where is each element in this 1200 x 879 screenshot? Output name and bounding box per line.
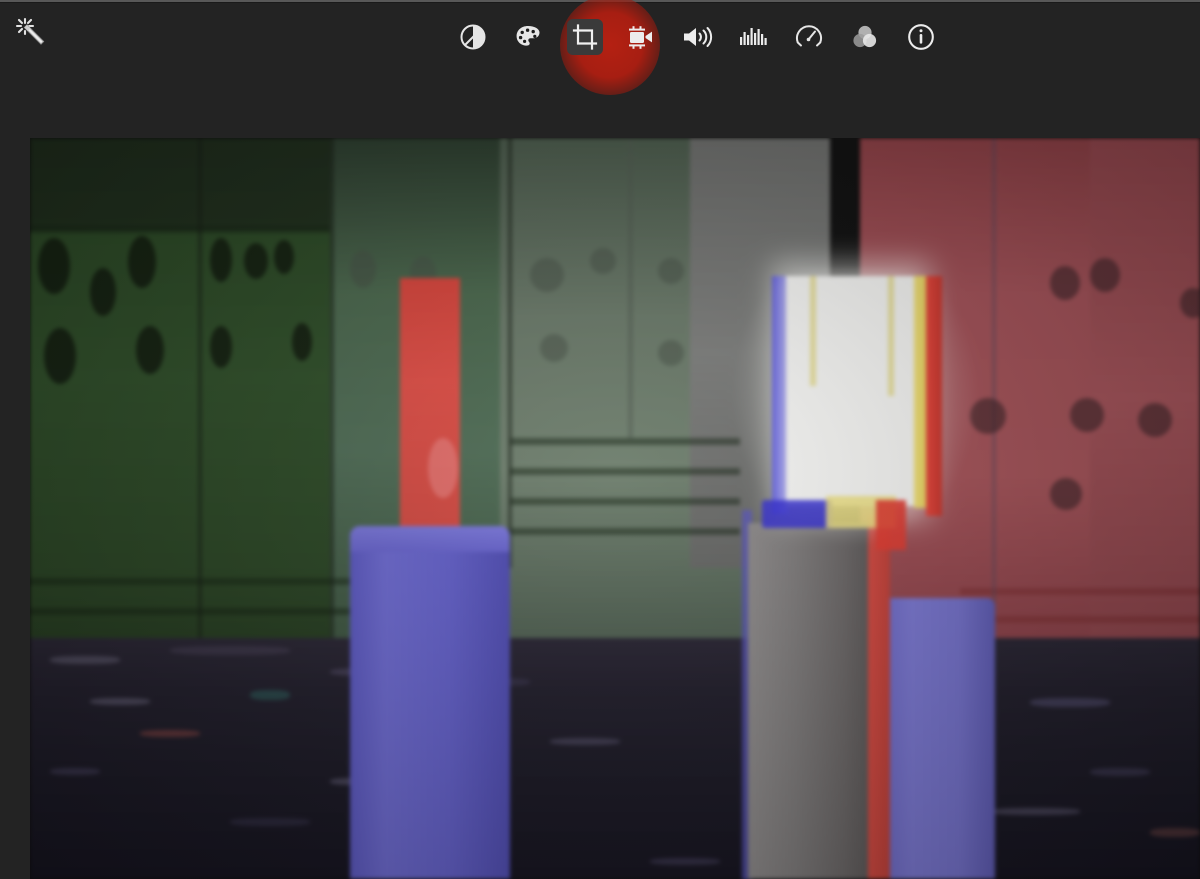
video-camera-icon [626, 23, 656, 51]
crop-icon [571, 23, 599, 51]
wall-spot [292, 323, 312, 361]
wall-spot [350, 250, 376, 288]
light-streak-2 [888, 276, 894, 396]
three-circles-icon [850, 23, 880, 51]
wall-seam-5 [992, 138, 996, 638]
info-button[interactable] [903, 19, 939, 55]
green-rail-7 [510, 498, 740, 505]
style-row: Style: Fit Crop to Fill Ken Burns [0, 71, 1200, 183]
wall-spot [128, 236, 156, 288]
carpet-floor [30, 638, 1200, 879]
light-fringe-red [926, 276, 942, 516]
palette-icon [514, 23, 544, 51]
wall-spot [1138, 403, 1172, 437]
wall-seam-1 [198, 138, 202, 638]
half-circle-contrast-icon [459, 23, 487, 51]
wall-spot [244, 243, 268, 279]
gray-pillar-edge-red [868, 513, 890, 879]
speed-button[interactable] [791, 19, 827, 55]
wall-seam-4 [628, 138, 633, 438]
info-circle-icon [907, 23, 935, 51]
gray-pillar-center [748, 523, 868, 879]
wall-spot [274, 240, 294, 274]
red-rail-1 [960, 588, 1200, 595]
wall-spot [1070, 398, 1104, 432]
blue-pillar-top [350, 526, 510, 552]
wall-spot [658, 258, 684, 284]
wall-spot [540, 334, 568, 362]
wall-spot [530, 258, 564, 292]
imovie-window: Style: Fit Crop to Fill Ken Burns [0, 0, 1200, 879]
wall-spot [590, 248, 616, 274]
wall-spot [658, 340, 684, 366]
light-base-red [876, 500, 906, 550]
blue-pillar-left [350, 526, 510, 879]
clip-filter-button[interactable] [847, 19, 883, 55]
red-rail-2 [960, 616, 1200, 623]
green-rail-3 [30, 608, 360, 615]
light-base-blue [762, 500, 832, 528]
speedometer-icon [795, 23, 823, 51]
volume-button[interactable] [679, 19, 715, 55]
light-streak-1 [810, 276, 816, 386]
stabilization-button[interactable] [623, 19, 659, 55]
video-frame-content [30, 138, 1200, 879]
green-rail-8 [510, 528, 740, 535]
wall-spot [1050, 266, 1080, 300]
red-column-upper [400, 278, 460, 536]
wall-spot [1090, 258, 1120, 292]
green-rail-6 [510, 468, 740, 475]
speaker-volume-icon [681, 23, 713, 51]
wall-spot [90, 268, 116, 316]
blue-pillar-right [875, 598, 995, 879]
equalizer-bars-icon [738, 23, 768, 51]
inspector-bar: Style: Fit Crop to Fill Ken Burns [0, 0, 1200, 183]
magic-wand-icon[interactable] [12, 15, 52, 55]
noise-reduction-button[interactable] [735, 19, 771, 55]
color-correction-button[interactable] [511, 19, 547, 55]
color-balance-button[interactable] [455, 19, 491, 55]
inspector-tool-row [455, 11, 985, 63]
red-column-glow [428, 438, 458, 498]
green-rail-5 [510, 438, 740, 445]
green-rail-2 [30, 578, 360, 585]
wall-spot [38, 238, 70, 294]
blown-highlight [786, 276, 916, 506]
wall-spot [210, 238, 232, 282]
wall-spot [1180, 288, 1200, 318]
wall-seam-3 [508, 138, 512, 568]
wall-spot [136, 326, 164, 374]
wall-spot [210, 326, 232, 368]
crop-button[interactable] [567, 19, 603, 55]
red-wall-right [1090, 138, 1200, 658]
wall-spot [1050, 478, 1082, 510]
wall-spot [44, 328, 76, 384]
wall-seam-2 [330, 138, 334, 648]
green-rail-1 [30, 226, 330, 233]
video-viewer[interactable] [30, 138, 1200, 879]
